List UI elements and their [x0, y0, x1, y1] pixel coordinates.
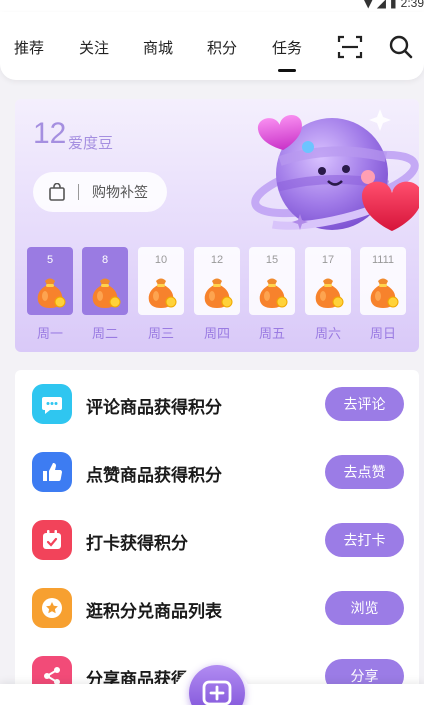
tab-follow[interactable]: 关注	[79, 37, 109, 58]
day-reward-count: 10	[154, 254, 168, 266]
comment-icon	[32, 384, 72, 424]
battery-icon: ▮	[390, 0, 397, 10]
task-action-button[interactable]: 去打卡	[325, 523, 404, 557]
lucky-bag-icon	[315, 278, 344, 308]
day-label: 周五	[258, 327, 285, 342]
points-unit: 爱度豆	[68, 134, 114, 152]
sign-day-cell[interactable]: 12	[194, 247, 240, 315]
day-label: 周日	[369, 327, 396, 342]
status-time: 2:39	[400, 0, 424, 10]
tab-mall[interactable]: 商城	[143, 37, 173, 58]
day-reward-count: 12	[210, 254, 224, 266]
tab-tasks[interactable]: 任务	[272, 37, 302, 58]
supplement-sign-button[interactable]: 购物补签	[33, 172, 167, 212]
divider	[78, 184, 79, 200]
star-badge-icon	[32, 588, 72, 628]
status-bar: ▼ ◢ ▮ 2:39	[0, 0, 424, 12]
search-icon[interactable]	[388, 34, 414, 60]
task-action-button[interactable]: 浏览	[325, 591, 404, 625]
plus-box-icon	[202, 680, 232, 705]
calendar-check-icon	[32, 520, 72, 560]
lucky-bag-icon	[259, 278, 288, 308]
task-row: 评论商品获得积分 去评论	[15, 370, 419, 438]
lucky-bag-icon	[204, 278, 233, 308]
sign-day-cell[interactable]: 1111	[360, 247, 406, 315]
task-row: 逛积分兑商品列表 浏览	[15, 574, 419, 642]
tab-recommend[interactable]: 推荐	[14, 37, 44, 58]
signal-icon: ◢	[376, 0, 387, 10]
day-reward-count: 17	[321, 254, 335, 266]
thumb-up-icon	[32, 452, 72, 492]
wifi-icon: ▼	[363, 0, 373, 10]
task-title: 点赞商品获得积分	[86, 466, 222, 486]
task-list: 评论商品获得积分 去评论点赞商品获得积分 去点赞打卡获得积分 去打卡逛积分兑商品列表 浏…	[15, 370, 419, 705]
points-value: 12	[33, 117, 67, 150]
task-title: 逛积分兑商品列表	[86, 602, 222, 622]
task-row: 点赞商品获得积分 去点赞	[15, 438, 419, 506]
day-reward-count: 15	[265, 254, 279, 266]
day-reward-count: 8	[101, 254, 109, 266]
day-label: 周一	[36, 327, 63, 342]
day-label: 周四	[203, 327, 230, 342]
task-title: 打卡获得积分	[86, 534, 188, 554]
task-row: 打卡获得积分 去打卡	[15, 506, 419, 574]
lucky-bag-icon	[370, 278, 399, 308]
tab-points[interactable]: 积分	[207, 37, 237, 58]
planet-illustration	[251, 109, 419, 231]
top-nav: 推荐 关注 商城 积分 任务	[0, 12, 424, 80]
scan-icon[interactable]	[337, 34, 363, 60]
sign-in-card: 12 爱度豆 购物补签 5 周一 8 周二 10 周三 12 周四 15 周五 …	[15, 99, 419, 352]
lucky-bag-icon	[92, 278, 121, 308]
shopping-bag-icon	[49, 183, 65, 201]
day-reward-count: 5	[46, 254, 54, 266]
sign-day-cell[interactable]: 5	[27, 247, 73, 315]
day-label: 周六	[314, 327, 341, 342]
lucky-bag-icon	[37, 278, 66, 308]
sign-day-cell[interactable]: 17	[305, 247, 351, 315]
supplement-label: 购物补签	[92, 185, 148, 201]
sign-day-cell[interactable]: 10	[138, 247, 184, 315]
task-action-button[interactable]: 去点赞	[325, 455, 404, 489]
lucky-bag-icon	[148, 278, 177, 308]
sign-day-cell[interactable]: 15	[249, 247, 295, 315]
task-title: 评论商品获得积分	[86, 398, 222, 418]
day-reward-count: 1111	[371, 254, 395, 266]
day-label: 周三	[147, 327, 174, 342]
sign-day-cell[interactable]: 8	[82, 247, 128, 315]
day-label: 周二	[91, 327, 118, 342]
task-action-button[interactable]: 去评论	[325, 387, 404, 421]
